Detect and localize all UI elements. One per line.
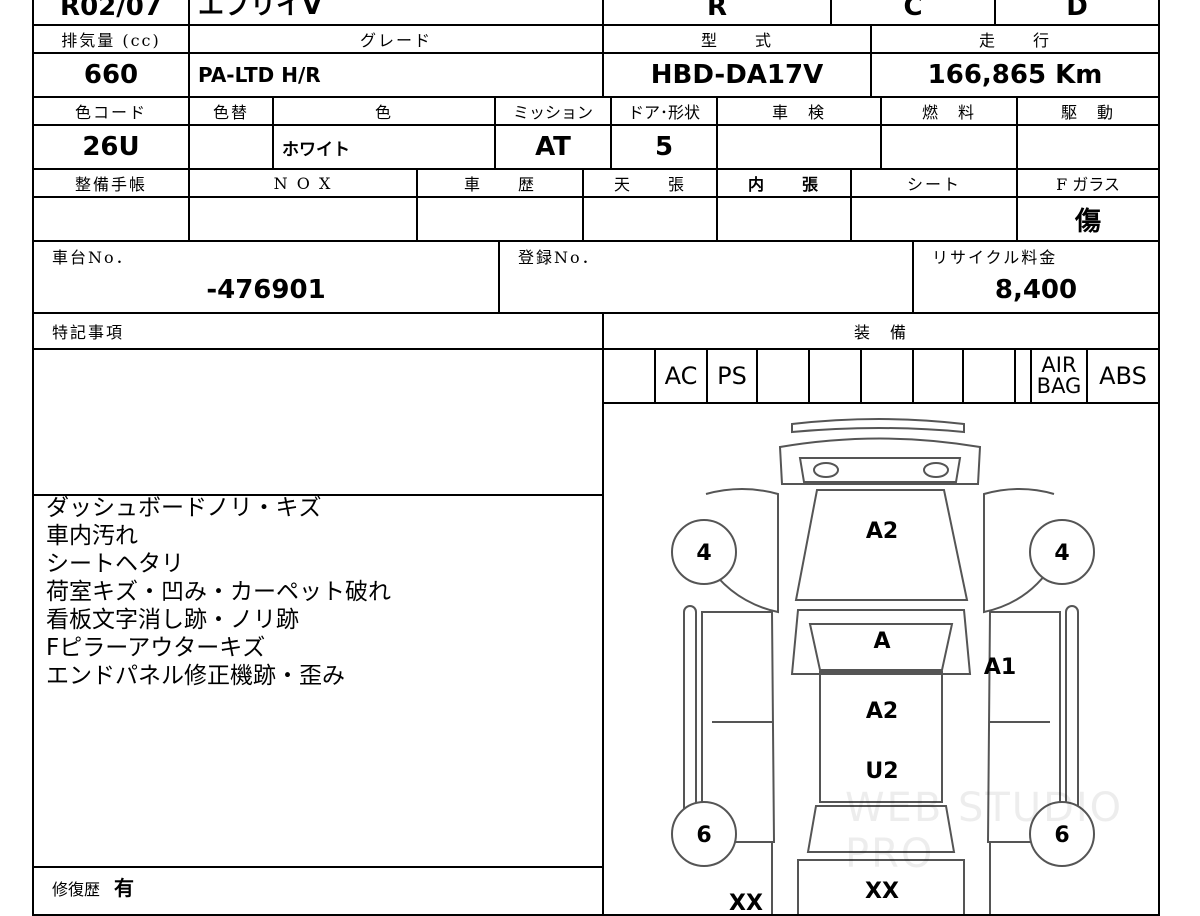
color-change-value [188,124,274,170]
equipment-slot [602,348,656,404]
chassis-label: 車台No． [32,240,500,270]
equipment-ac: AC [654,348,708,404]
history-label: 車 歴 [416,168,584,198]
left-headlight-icon [813,462,839,478]
grade-value: PA-LTD H/R [188,52,604,98]
model-name: エブリイV [188,0,604,26]
nox-label: N O X [188,168,418,198]
equipment-abs: ABS [1086,348,1160,404]
grade-r-cell: R [602,0,832,26]
interior-lining-label: 内 張 [716,168,852,198]
mark-rear: XX [865,879,899,904]
drive-value [1016,124,1160,170]
remark-line: エンドパネル修正機跡・歪み [46,663,345,689]
displacement-label: 排気量 (cc) [32,24,190,54]
roof-lining-label: 天 張 [582,168,718,198]
repair-history-value: 有 [114,876,135,900]
remark-line: ダッシュボードノリ・キズ [46,495,322,521]
roof-lining-value [582,196,718,242]
remarks-upper-box [32,348,604,496]
maintenance-value [32,196,190,242]
airbag-label-part: BAG [1036,374,1082,398]
door-label: ドア･形状 [610,96,718,126]
registration-value [498,268,914,314]
grade-d-cell: D [994,0,1160,26]
inspection-value [716,124,882,170]
color-value: ホワイト [272,124,496,170]
grade-label: グレード [188,24,604,54]
mission-label: ミッション [494,96,612,126]
auction-date-value: R02/07 [60,0,162,22]
repair-history-label: 修復歴 [52,880,101,899]
seat-label: シート [850,168,1018,198]
right-headlight-icon [923,462,949,478]
color-label: 色 [272,96,496,126]
fuel-label: 燃 料 [880,96,1018,126]
door-value: 5 [610,124,718,170]
grade-c-value: C [903,0,923,22]
grade-r-value: R [706,0,728,22]
type-value: HBD-DA17V [602,52,872,98]
equipment-ps: PS [706,348,758,404]
mark-windshield: A [873,629,890,654]
registration-label: 登録No． [498,240,914,270]
equipment-label: 装 備 [602,312,1160,350]
mark-rear-left-tire: 6 [696,823,711,848]
mark-right-door: A1 [984,655,1016,680]
mark-front-left-tire: 4 [696,541,711,566]
mark-rear-left: XX [729,891,763,916]
front-glass-value: 傷 [1016,196,1160,242]
drive-label: 駆 動 [1016,96,1160,126]
mileage-value: 166,865 Km [870,52,1160,98]
equipment-airbag: AIR BAG [1030,348,1088,404]
color-code-label: 色コード [32,96,190,126]
equipment-slot [860,348,914,404]
mark-hood: A2 [866,519,898,544]
remarks-label: 特記事項 [32,312,604,350]
remarks-list: ダッシュボードノリ・キズ 車内汚れ シートヘタリ 荷室キズ・凹み・カーペット破れ… [46,494,586,690]
maintenance-label: 整備手帳 [32,168,190,198]
remark-line: 車内汚れ [46,523,138,549]
mark-roof: A2 [866,699,898,724]
airbag-label-part: AIR [1041,353,1077,377]
recycle-label: リサイクル料金 [912,240,1160,270]
mark-front-right-tire: 4 [1054,541,1069,566]
type-label: 型 式 [602,24,872,54]
chassis-value: -476901 [32,268,500,314]
remark-line: 荷室キズ・凹み・カーペット破れ [46,579,391,605]
repair-history-row: 修復歴 有 [32,866,604,916]
remark-line: シートヘタリ [46,551,184,577]
grade-d-value: D [1066,0,1088,22]
inspection-label: 車 検 [716,96,882,126]
grille-shape [778,437,982,485]
grade-c-cell: C [830,0,996,26]
color-code-value: 26U [32,124,190,170]
equipment-slot [962,348,1016,404]
auction-date: R02/07 [32,0,190,26]
mileage-label: 走 行 [870,24,1160,54]
equipment-slot [808,348,862,404]
mission-value: AT [494,124,612,170]
front-bumper-shape [791,418,965,434]
seat-value [850,196,1018,242]
watermark: WEB STUDIO PRO [845,785,1124,877]
headlight-bar-shape [798,457,962,483]
remark-line: Fピラーアウターキズ [46,635,266,661]
equipment-slot [912,348,964,404]
interior-lining-value [716,196,852,242]
displacement-value: 660 [32,52,190,98]
hood-shape [794,489,969,601]
remark-line: 看板文字消し跡・ノリ跡 [46,607,299,633]
nox-value [188,196,418,242]
color-change-label: 色替 [188,96,274,126]
history-value [416,196,584,242]
fuel-value [880,124,1018,170]
recycle-value: 8,400 [912,268,1160,314]
front-glass-label: F ガラス [1016,168,1160,198]
left-mirror-shape [683,605,697,835]
equipment-slot [756,348,810,404]
mark-roof-lower: U2 [865,759,898,784]
model-name-value: エブリイV [198,0,323,21]
